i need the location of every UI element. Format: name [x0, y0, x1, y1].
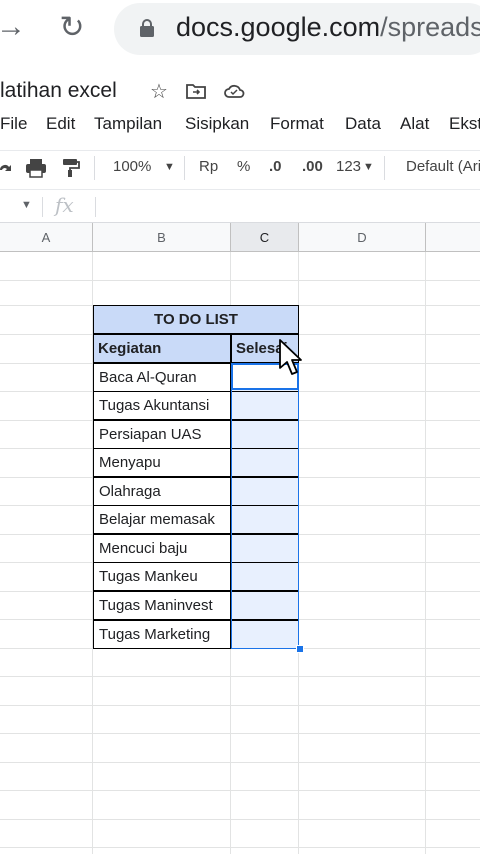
- menu-data[interactable]: Data: [345, 114, 381, 134]
- menu-insert[interactable]: Sisipkan: [185, 114, 249, 134]
- task-cell[interactable]: Tugas Maninvest: [93, 591, 231, 620]
- formula-divider: [95, 197, 96, 217]
- gridline: [0, 790, 480, 791]
- name-box-chevron-down-icon[interactable]: ▼: [21, 199, 32, 211]
- menu-bar: File Edit Tampilan Sisipkan Format Data …: [0, 114, 480, 136]
- percent-format-button[interactable]: %: [237, 158, 250, 175]
- task-cell[interactable]: Tugas Akuntansi: [93, 391, 231, 420]
- url-text[interactable]: docs.google.com/spreadsh: [176, 12, 480, 43]
- lock-icon: [140, 19, 154, 37]
- menu-tools[interactable]: Alat: [400, 114, 429, 134]
- task-cell[interactable]: Olahraga: [93, 477, 231, 506]
- menu-edit[interactable]: Edit: [46, 114, 75, 134]
- document-title[interactable]: latihan excel: [0, 79, 117, 103]
- fill-handle[interactable]: [296, 645, 304, 653]
- toolbar-divider: [384, 156, 385, 180]
- gridline: [0, 705, 480, 706]
- forward-icon[interactable]: →: [0, 10, 28, 44]
- todo-title-cell[interactable]: TO DO LIST: [93, 305, 299, 334]
- decrease-decimal-button[interactable]: .0: [269, 158, 282, 175]
- gridline: [0, 676, 480, 677]
- column-header-a[interactable]: A: [0, 223, 93, 252]
- zoom-select[interactable]: 100%: [113, 158, 151, 175]
- gridline: [0, 280, 480, 281]
- star-icon[interactable]: ☆: [148, 80, 170, 103]
- task-cell[interactable]: Persiapan UAS: [93, 420, 231, 449]
- cloud-status-icon[interactable]: [223, 80, 245, 102]
- paint-format-icon[interactable]: [62, 158, 80, 178]
- column-header-d[interactable]: D: [299, 223, 426, 252]
- toolbar-divider: [94, 156, 95, 180]
- font-select[interactable]: Default (Ari: [406, 158, 480, 175]
- more-formats-button[interactable]: 123: [336, 158, 361, 175]
- move-folder-icon[interactable]: [185, 80, 207, 102]
- gridline: [0, 819, 480, 820]
- reload-icon[interactable]: ↻: [55, 10, 89, 44]
- gridline: [0, 733, 480, 734]
- column-header-e[interactable]: [426, 223, 480, 252]
- task-cell[interactable]: Tugas Marketing: [93, 620, 231, 649]
- gridline: [0, 847, 480, 848]
- column-header-c[interactable]: C: [231, 223, 299, 252]
- task-cell[interactable]: Mencuci baju: [93, 534, 231, 563]
- header-task-cell[interactable]: Kegiatan: [93, 334, 231, 363]
- menu-format[interactable]: Format: [270, 114, 324, 134]
- task-cell[interactable]: Tugas Mankeu: [93, 562, 231, 591]
- column-header-b[interactable]: B: [93, 223, 231, 252]
- zoom-chevron-down-icon[interactable]: ▼: [164, 161, 175, 173]
- increase-decimal-button[interactable]: .00: [302, 158, 323, 175]
- formula-divider: [42, 197, 43, 217]
- menu-file[interactable]: File: [0, 114, 27, 134]
- currency-format-button[interactable]: Rp: [199, 158, 218, 175]
- formats-chevron-down-icon[interactable]: ▼: [363, 161, 374, 173]
- toolbar-divider: [184, 156, 185, 180]
- mouse-pointer-icon: [279, 339, 302, 375]
- gridline: [425, 252, 426, 854]
- gridline: [0, 762, 480, 763]
- menu-extensions[interactable]: Ekst: [449, 114, 480, 134]
- task-cell[interactable]: Belajar memasak: [93, 505, 231, 534]
- fx-icon: fx: [55, 193, 74, 217]
- task-cell[interactable]: Menyapu: [93, 448, 231, 477]
- range-selection: [231, 363, 299, 649]
- task-cell[interactable]: Baca Al-Quran: [93, 363, 231, 392]
- redo-icon[interactable]: [0, 161, 12, 175]
- print-icon[interactable]: [25, 158, 47, 178]
- menu-view[interactable]: Tampilan: [94, 114, 162, 134]
- browser-toolbar: → ↻ docs.google.com/spreadsh: [0, 0, 480, 58]
